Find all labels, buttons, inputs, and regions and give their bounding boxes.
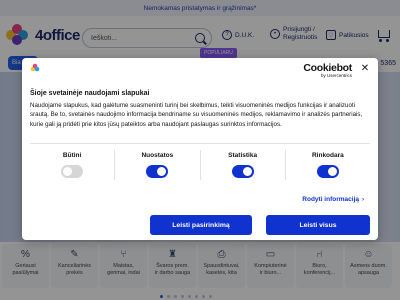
divider (30, 143, 370, 144)
necessary-switch[interactable] (61, 165, 84, 178)
toggle-label: Būtini (62, 152, 82, 159)
toggle-label: Nuostatos (141, 152, 174, 159)
site-favicon-icon (30, 63, 40, 72)
cookiebot-logo: Cookiebot by Usercentrics (303, 62, 352, 78)
toggle-preferences: Nuostatos (115, 150, 201, 180)
toggle-label: Rinkodara (311, 152, 344, 159)
preferences-switch[interactable] (146, 165, 169, 178)
statistics-switch[interactable] (231, 165, 254, 178)
toggle-marketing: Rinkodara (286, 150, 370, 180)
dialog-title: Šioje svetainėje naudojami slapukai (30, 90, 150, 97)
toggle-statistics: Statistika (201, 150, 286, 180)
allow-selection-button[interactable]: Leisti pasirinkimą (150, 215, 252, 235)
toggle-label: Statistika (228, 152, 258, 159)
toggle-necessary: Būtini (30, 150, 116, 180)
allow-all-button[interactable]: Leisti visus (266, 215, 370, 235)
consent-toggles: Būtini Nuostatos Statistika Rinkodara (30, 150, 370, 180)
chevron-right-icon: › (362, 196, 364, 203)
marketing-switch[interactable] (316, 165, 339, 178)
details-label: Rodyti informaciją (302, 196, 359, 203)
cookie-consent-dialog: Cookiebot by Usercentrics ✕ Šioje svetai… (22, 58, 378, 240)
dialog-body-text: Naudojame slapukus, kad galėtume suasmen… (30, 102, 363, 128)
close-icon[interactable]: ✕ (360, 62, 370, 74)
show-details-link[interactable]: Rodyti informaciją › (302, 196, 364, 203)
